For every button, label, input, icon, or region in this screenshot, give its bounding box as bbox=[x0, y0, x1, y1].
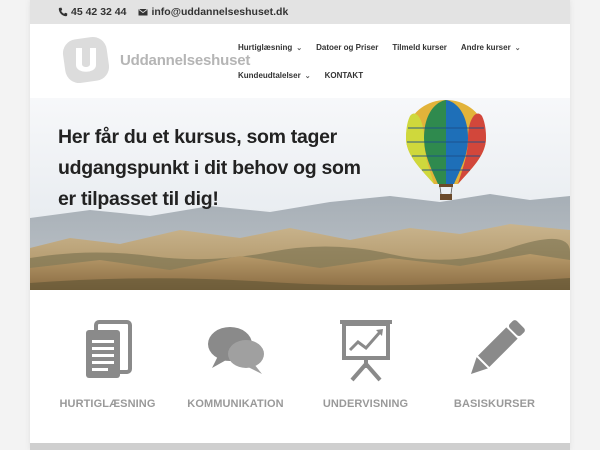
nav-label: Tilmeld kurser bbox=[392, 43, 447, 52]
feature-label: BASISKURSER bbox=[453, 398, 536, 410]
feature-label: KOMMUNIKATION bbox=[187, 398, 284, 410]
speech-bubbles-icon bbox=[207, 327, 264, 374]
nav-item-tilmeld-kurser[interactable]: Tilmeld kurser bbox=[392, 43, 447, 52]
feature-label: UNDERVISNING bbox=[322, 398, 409, 410]
phone-link[interactable]: 45 42 32 44 bbox=[58, 6, 126, 18]
email-link[interactable]: info@uddannelseshuset.dk bbox=[138, 6, 288, 18]
feature-label: HURTIGLÆSNING bbox=[59, 398, 156, 410]
nav-label: KONTAKT bbox=[324, 71, 364, 80]
feature-kommunikation[interactable]: KOMMUNIKATION bbox=[168, 318, 303, 410]
phone-icon bbox=[58, 7, 68, 17]
logo-text: Uddannelseshuset bbox=[120, 51, 251, 69]
nav-label: Datoer og Priser bbox=[316, 43, 379, 52]
hero-headline: Her får du et kursus, som tager udgangsp… bbox=[58, 126, 361, 210]
feature-hurtiglaesning[interactable]: HURTIGLÆSNING bbox=[40, 318, 175, 410]
site-logo[interactable]: Uddannelseshuset bbox=[62, 36, 250, 84]
nav-item-datoer-og-priser[interactable]: Datoer og Priser bbox=[316, 43, 378, 52]
nav-item-kontakt[interactable]: KONTAKT bbox=[325, 71, 364, 80]
feature-basiskurser[interactable]: BASISKURSER bbox=[427, 318, 562, 410]
feature-undervisning[interactable]: UNDERVISNING bbox=[298, 318, 433, 410]
site-header: Uddannelseshuset Hurtiglæsning ⌄ Datoer … bbox=[30, 24, 570, 99]
page: 45 42 32 44 info@uddannelseshuset.dk Udd… bbox=[30, 0, 570, 450]
chevron-down-icon: ⌄ bbox=[514, 44, 521, 52]
hero-banner: Her får du et kursus, som tager udgangsp… bbox=[30, 98, 570, 290]
nav-label: Hurtiglæsning bbox=[238, 43, 293, 52]
pencil-icon bbox=[470, 320, 525, 375]
section-divider bbox=[30, 443, 570, 450]
top-bar: 45 42 32 44 info@uddannelseshuset.dk bbox=[30, 0, 570, 24]
envelope-icon bbox=[138, 9, 148, 16]
logo-mark-icon bbox=[62, 36, 110, 84]
nav-label: Andre kurser bbox=[460, 43, 511, 52]
nav-item-hurtiglaesning[interactable]: Hurtiglæsning ⌄ bbox=[238, 43, 302, 52]
chevron-down-icon: ⌄ bbox=[304, 72, 311, 80]
features-section: HURTIGLÆSNING KOMMUNIKATION UNDERVISNING… bbox=[30, 290, 570, 440]
nav-label: Kundeudtalelser bbox=[238, 71, 301, 80]
phone-number: 45 42 32 44 bbox=[71, 6, 127, 18]
presentation-board-icon bbox=[339, 320, 392, 382]
document-icon bbox=[85, 320, 132, 378]
email-address: info@uddannelseshuset.dk bbox=[151, 6, 289, 18]
nav-item-andre-kurser[interactable]: Andre kurser ⌄ bbox=[461, 43, 521, 52]
chevron-down-icon: ⌄ bbox=[296, 44, 303, 52]
nav-item-kundeudtalelser[interactable]: Kundeudtalelser ⌄ bbox=[238, 71, 311, 80]
